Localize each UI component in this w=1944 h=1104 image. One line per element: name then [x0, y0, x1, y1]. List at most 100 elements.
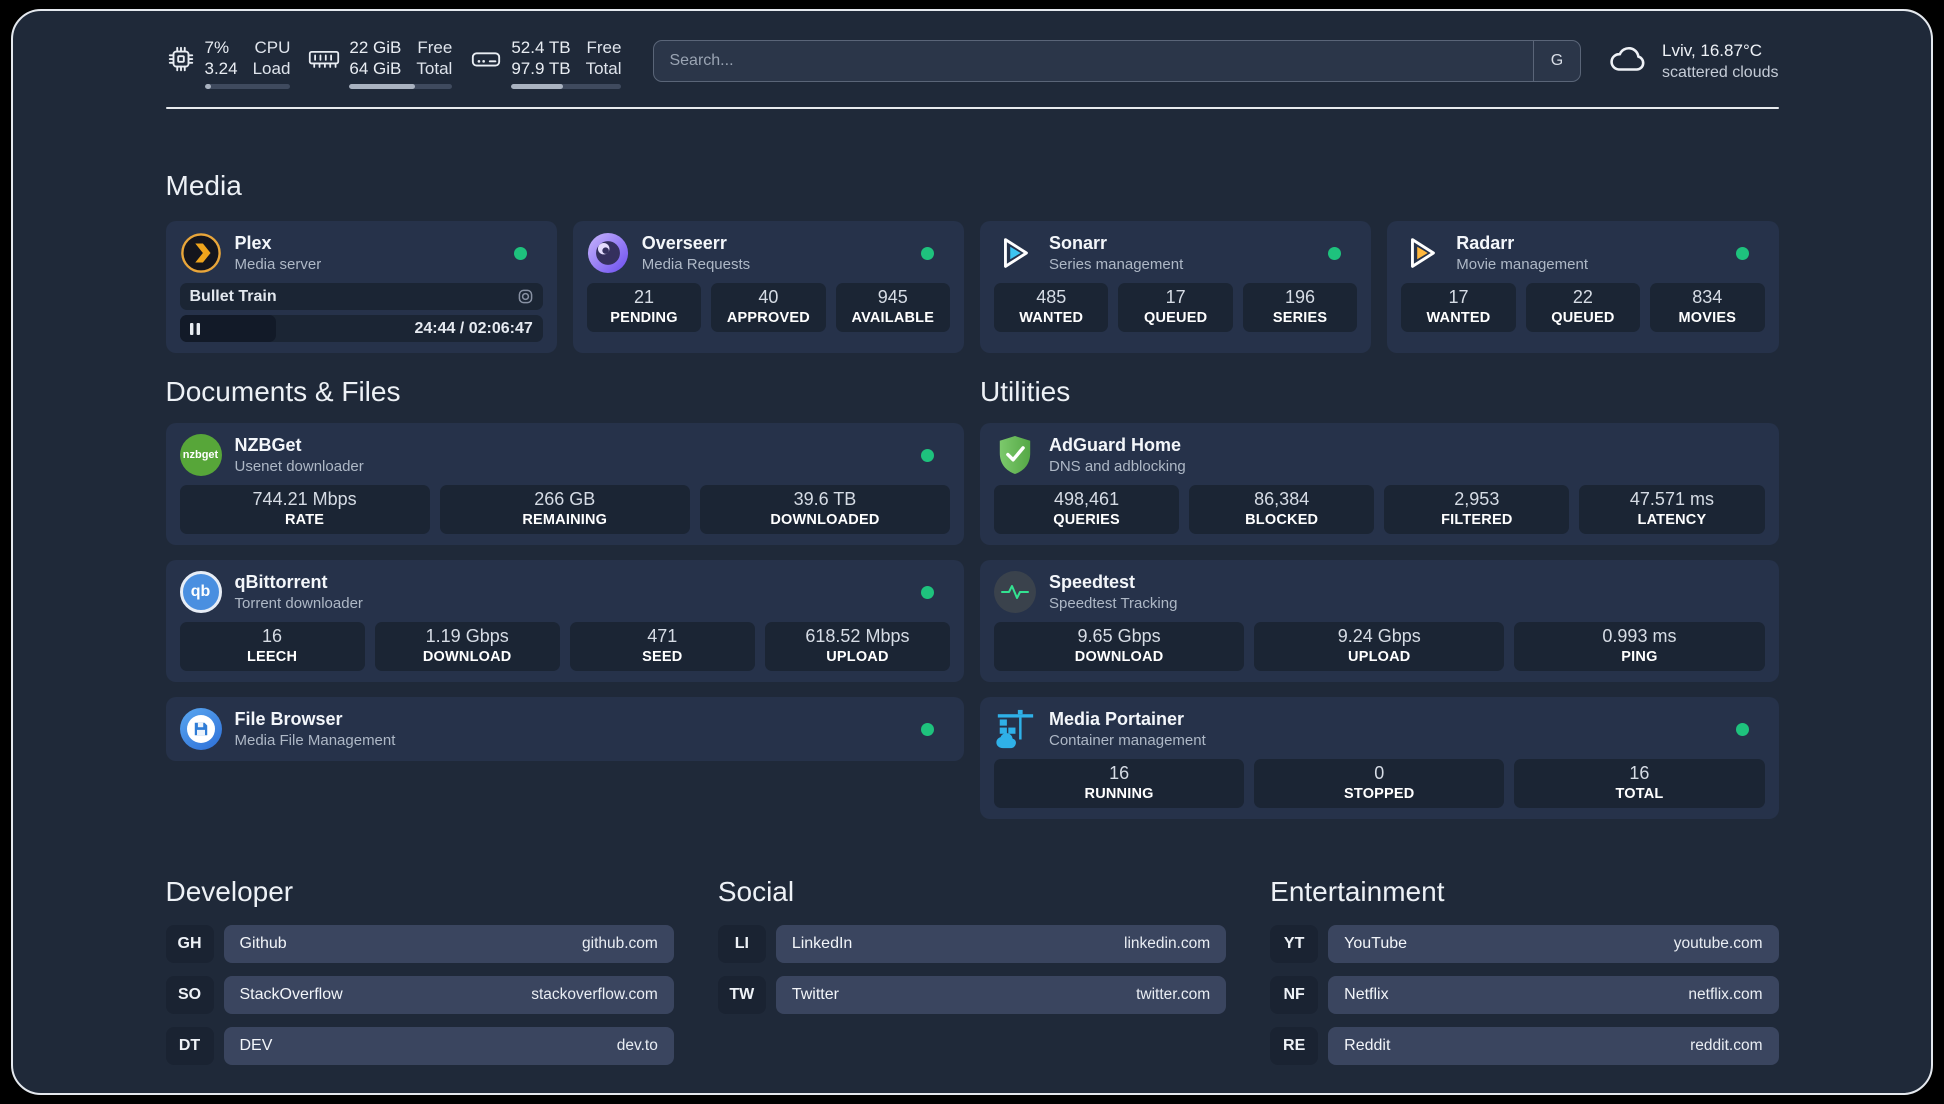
stat-tile: 9.65 Gbps DOWNLOAD	[994, 622, 1245, 671]
disk-free-label: Free	[586, 38, 622, 57]
app-name: Speedtest	[1049, 572, 1136, 592]
cpu-metric: 7% 3.24 CPU Load	[166, 37, 291, 89]
sonarr-icon	[994, 232, 1036, 274]
overseerr-icon	[587, 232, 629, 274]
app-card-portainer[interactable]: Media Portainer Container management 16 R…	[980, 697, 1779, 819]
stat-tile: 471 SEED	[569, 622, 755, 671]
bookmark-abbr: GH	[165, 925, 214, 963]
bookmark-reddit[interactable]: RE Reddit reddit.com	[1270, 1027, 1779, 1065]
disk-free-value: 52.4 TB	[511, 38, 571, 57]
section-title-media: Media	[165, 170, 242, 201]
app-subtitle: Movie management	[1456, 256, 1588, 273]
cloud-icon	[1607, 43, 1649, 80]
app-card-radarr[interactable]: Radarr Movie management 17 WANTED 22 QUEUE…	[1387, 221, 1779, 353]
bookmark-url: twitter.com	[1136, 986, 1211, 1003]
cpu-usage-label: CPU	[254, 38, 291, 57]
media-grid: Plex Media server Bullet Train 24:44 / 0…	[165, 221, 1779, 353]
bookmark-netflix[interactable]: NF Netflix netflix.com	[1270, 976, 1779, 1014]
memory-free-value: 22 GiB	[349, 38, 402, 57]
disk-icon	[470, 37, 502, 89]
memory-total-value: 64 GiB	[349, 59, 402, 78]
bookmark-name: DEV	[239, 1037, 273, 1054]
bookmark-url: youtube.com	[1673, 935, 1763, 952]
bookmarks-social: Social LI LinkedIn linkedin.com TW Twitte…	[717, 875, 1227, 1078]
bookmark-abbr: YT	[1270, 925, 1319, 963]
app-name: Radarr	[1456, 233, 1515, 253]
memory-progress-bar	[349, 84, 453, 89]
top-bar: 7% 3.24 CPU Load 22 GiB 64 GiB Free Tota…	[166, 37, 1779, 89]
app-card-qbittorrent[interactable]: qb qBittorrent Torrent downloader 16 LEEC…	[165, 560, 964, 682]
section-title-documents: Documents & Files	[165, 376, 401, 407]
app-card-nzbget[interactable]: nzbget NZBGet Usenet downloader 744.21 M…	[165, 423, 964, 545]
stat-tile: 744.21 Mbps RATE	[179, 485, 430, 534]
cpu-usage-value: 7%	[204, 38, 230, 57]
plex-icon	[180, 232, 222, 274]
bookmark-url: reddit.com	[1690, 1037, 1763, 1054]
app-name: File Browser	[234, 709, 343, 729]
search-input[interactable]	[654, 41, 1533, 81]
disk-progress-bar	[511, 84, 622, 89]
app-name: Media Portainer	[1049, 709, 1185, 729]
bookmark-name: Github	[239, 935, 287, 952]
stat-tile: 945 AVAILABLE	[835, 283, 951, 332]
status-dot	[1328, 246, 1342, 260]
bookmark-twitter[interactable]: TW Twitter twitter.com	[717, 976, 1227, 1014]
status-dot	[921, 585, 934, 599]
bookmark-abbr: DT	[165, 1027, 214, 1065]
app-card-filebrowser[interactable]: File Browser Media File Management	[165, 697, 964, 761]
stat-tile: 834 MOVIES	[1650, 283, 1765, 332]
status-dot	[921, 448, 934, 462]
stat-tile: 0.993 ms PING	[1514, 622, 1765, 671]
stat-tile: 16 TOTAL	[1514, 759, 1765, 808]
disk-total-label: Total	[585, 59, 622, 78]
app-name: AdGuard Home	[1049, 435, 1182, 455]
bookmark-linkedin[interactable]: LI LinkedIn linkedin.com	[717, 925, 1227, 963]
stat-tile: 17 WANTED	[1401, 283, 1516, 332]
status-dot	[1735, 722, 1749, 736]
search-engine-button[interactable]: G	[1532, 41, 1580, 81]
search-bar: G	[653, 40, 1581, 82]
app-card-sonarr[interactable]: Sonarr Series management 485 WANTED 17 QUE…	[980, 221, 1372, 353]
dashboard-panel: 7% 3.24 CPU Load 22 GiB 64 GiB Free Tota…	[11, 9, 1933, 1095]
app-subtitle: Media File Management	[234, 732, 396, 749]
app-subtitle: DNS and adblocking	[1049, 458, 1186, 475]
cpu-icon	[166, 37, 196, 89]
weather-condition: scattered clouds	[1661, 64, 1779, 81]
app-card-adguard[interactable]: AdGuard Home DNS and adblocking 498,461 Q…	[980, 423, 1779, 545]
bookmark-youtube[interactable]: YT YouTube youtube.com	[1270, 925, 1779, 963]
playback-time: 24:44 / 02:06:47	[414, 319, 533, 337]
app-name: Sonarr	[1049, 233, 1108, 253]
bookmark-name: YouTube	[1344, 935, 1408, 952]
cpu-progress-bar	[204, 84, 291, 89]
header-divider	[165, 107, 1779, 109]
pause-icon	[189, 322, 200, 335]
status-dot	[921, 246, 934, 260]
app-subtitle: Container management	[1049, 732, 1206, 749]
weather-widget: Lviv, 16.87°C scattered clouds	[1607, 40, 1779, 83]
app-name: qBittorrent	[234, 572, 328, 592]
app-card-speedtest[interactable]: Speedtest Speedtest Tracking 9.65 Gbps DO…	[980, 560, 1779, 682]
bookmark-dev[interactable]: DT DEV dev.to	[165, 1027, 674, 1065]
adguard-icon	[994, 434, 1036, 476]
bookmark-name: Twitter	[791, 986, 839, 1003]
bookmark-github[interactable]: GH Github github.com	[165, 925, 674, 963]
bookmarks-entertainment: Entertainment YT YouTube youtube.com NF N…	[1270, 875, 1779, 1078]
status-dot	[513, 246, 527, 260]
stat-tile: 86,384 BLOCKED	[1189, 485, 1375, 534]
bookmark-url: dev.to	[616, 1037, 658, 1054]
pause-button[interactable]	[179, 315, 276, 342]
qbittorrent-icon: qb	[179, 571, 222, 613]
documents-column: Documents & Files nzbget NZBGet Usenet d…	[165, 375, 964, 761]
stat-tile: 2,953 FILTERED	[1384, 485, 1570, 534]
stat-tile: 485 WANTED	[994, 283, 1109, 332]
bookmark-name: Reddit	[1344, 1037, 1391, 1054]
app-name: Plex	[234, 233, 272, 253]
disk-metric: 52.4 TB 97.9 TB Free Total	[470, 37, 622, 89]
bookmark-abbr: SO	[165, 976, 214, 1014]
nzbget-icon: nzbget	[179, 434, 222, 476]
app-card-overseerr[interactable]: Overseerr Media Requests 21 PENDING 40 APP…	[572, 221, 964, 353]
session-icon	[518, 289, 533, 304]
bookmark-stackoverflow[interactable]: SO StackOverflow stackoverflow.com	[165, 976, 674, 1014]
section-title-developer: Developer	[165, 876, 294, 907]
app-card-plex[interactable]: Plex Media server Bullet Train 24:44 / 0…	[165, 221, 557, 353]
